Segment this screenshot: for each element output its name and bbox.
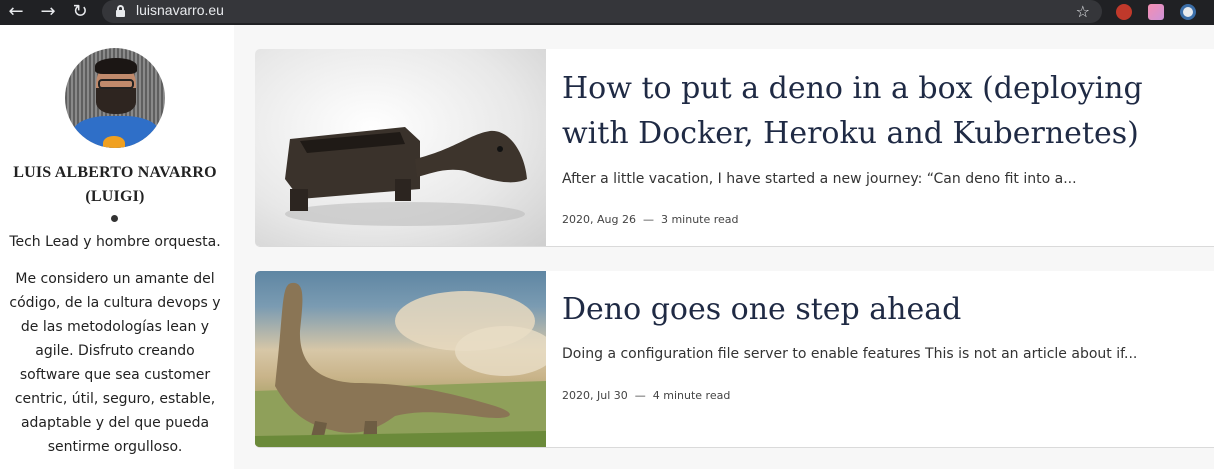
post-read-time: 3 minute read: [660, 213, 739, 226]
post-title[interactable]: How to put a deno in a box (deploying wi…: [562, 66, 1202, 156]
post-title[interactable]: Deno goes one step ahead: [562, 287, 1202, 332]
post-card[interactable]: How to put a deno in a box (deploying wi…: [255, 49, 1214, 247]
lock-icon: [116, 5, 125, 17]
author-bio: Me considero un amante del código, de la…: [9, 271, 221, 455]
post-date: 2020, Aug 26: [562, 213, 636, 226]
meta-separator: —: [642, 213, 654, 226]
post-card[interactable]: Deno goes one step ahead Doing a configu…: [255, 271, 1214, 448]
address-bar[interactable]: luisnavarro.eu ☆: [102, 0, 1102, 23]
post-read-time: 4 minute read: [652, 389, 731, 402]
url-text[interactable]: luisnavarro.eu: [136, 2, 224, 18]
post-meta: 2020, Jul 30 — 4 minute read: [562, 389, 730, 402]
post-thumbnail[interactable]: [255, 271, 555, 447]
extension-icon[interactable]: [1148, 4, 1164, 20]
bookmark-star-icon[interactable]: ☆: [1076, 0, 1090, 23]
back-icon[interactable]: ←: [4, 1, 28, 23]
post-excerpt: After a little vacation, I have started …: [562, 171, 1077, 187]
post-body: How to put a deno in a box (deploying wi…: [562, 49, 1214, 246]
forward-icon[interactable]: →: [36, 1, 60, 23]
browser-toolbar: ← → ↻ luisnavarro.eu ☆: [0, 0, 1214, 25]
author-tagline: Tech Lead y hombre orquesta.: [9, 234, 221, 250]
divider-dot: [111, 215, 118, 222]
extension-icon[interactable]: [1116, 4, 1132, 20]
avatar: [65, 48, 165, 148]
post-meta: 2020, Aug 26 — 3 minute read: [562, 213, 739, 226]
extension-icon[interactable]: [1180, 4, 1196, 20]
post-excerpt: Doing a configuration file server to ena…: [562, 346, 1138, 362]
meta-separator: —: [634, 389, 646, 402]
author-name: LUIS ALBERTO NAVARRO (LUIGI): [13, 164, 217, 205]
post-thumbnail[interactable]: [255, 49, 546, 246]
author-sidebar: LUIS ALBERTO NAVARRO (LUIGI) Tech Lead y…: [0, 25, 234, 469]
reload-icon[interactable]: ↻: [68, 1, 92, 23]
post-date: 2020, Jul 30: [562, 389, 628, 402]
post-body: Deno goes one step ahead Doing a configu…: [562, 271, 1214, 447]
